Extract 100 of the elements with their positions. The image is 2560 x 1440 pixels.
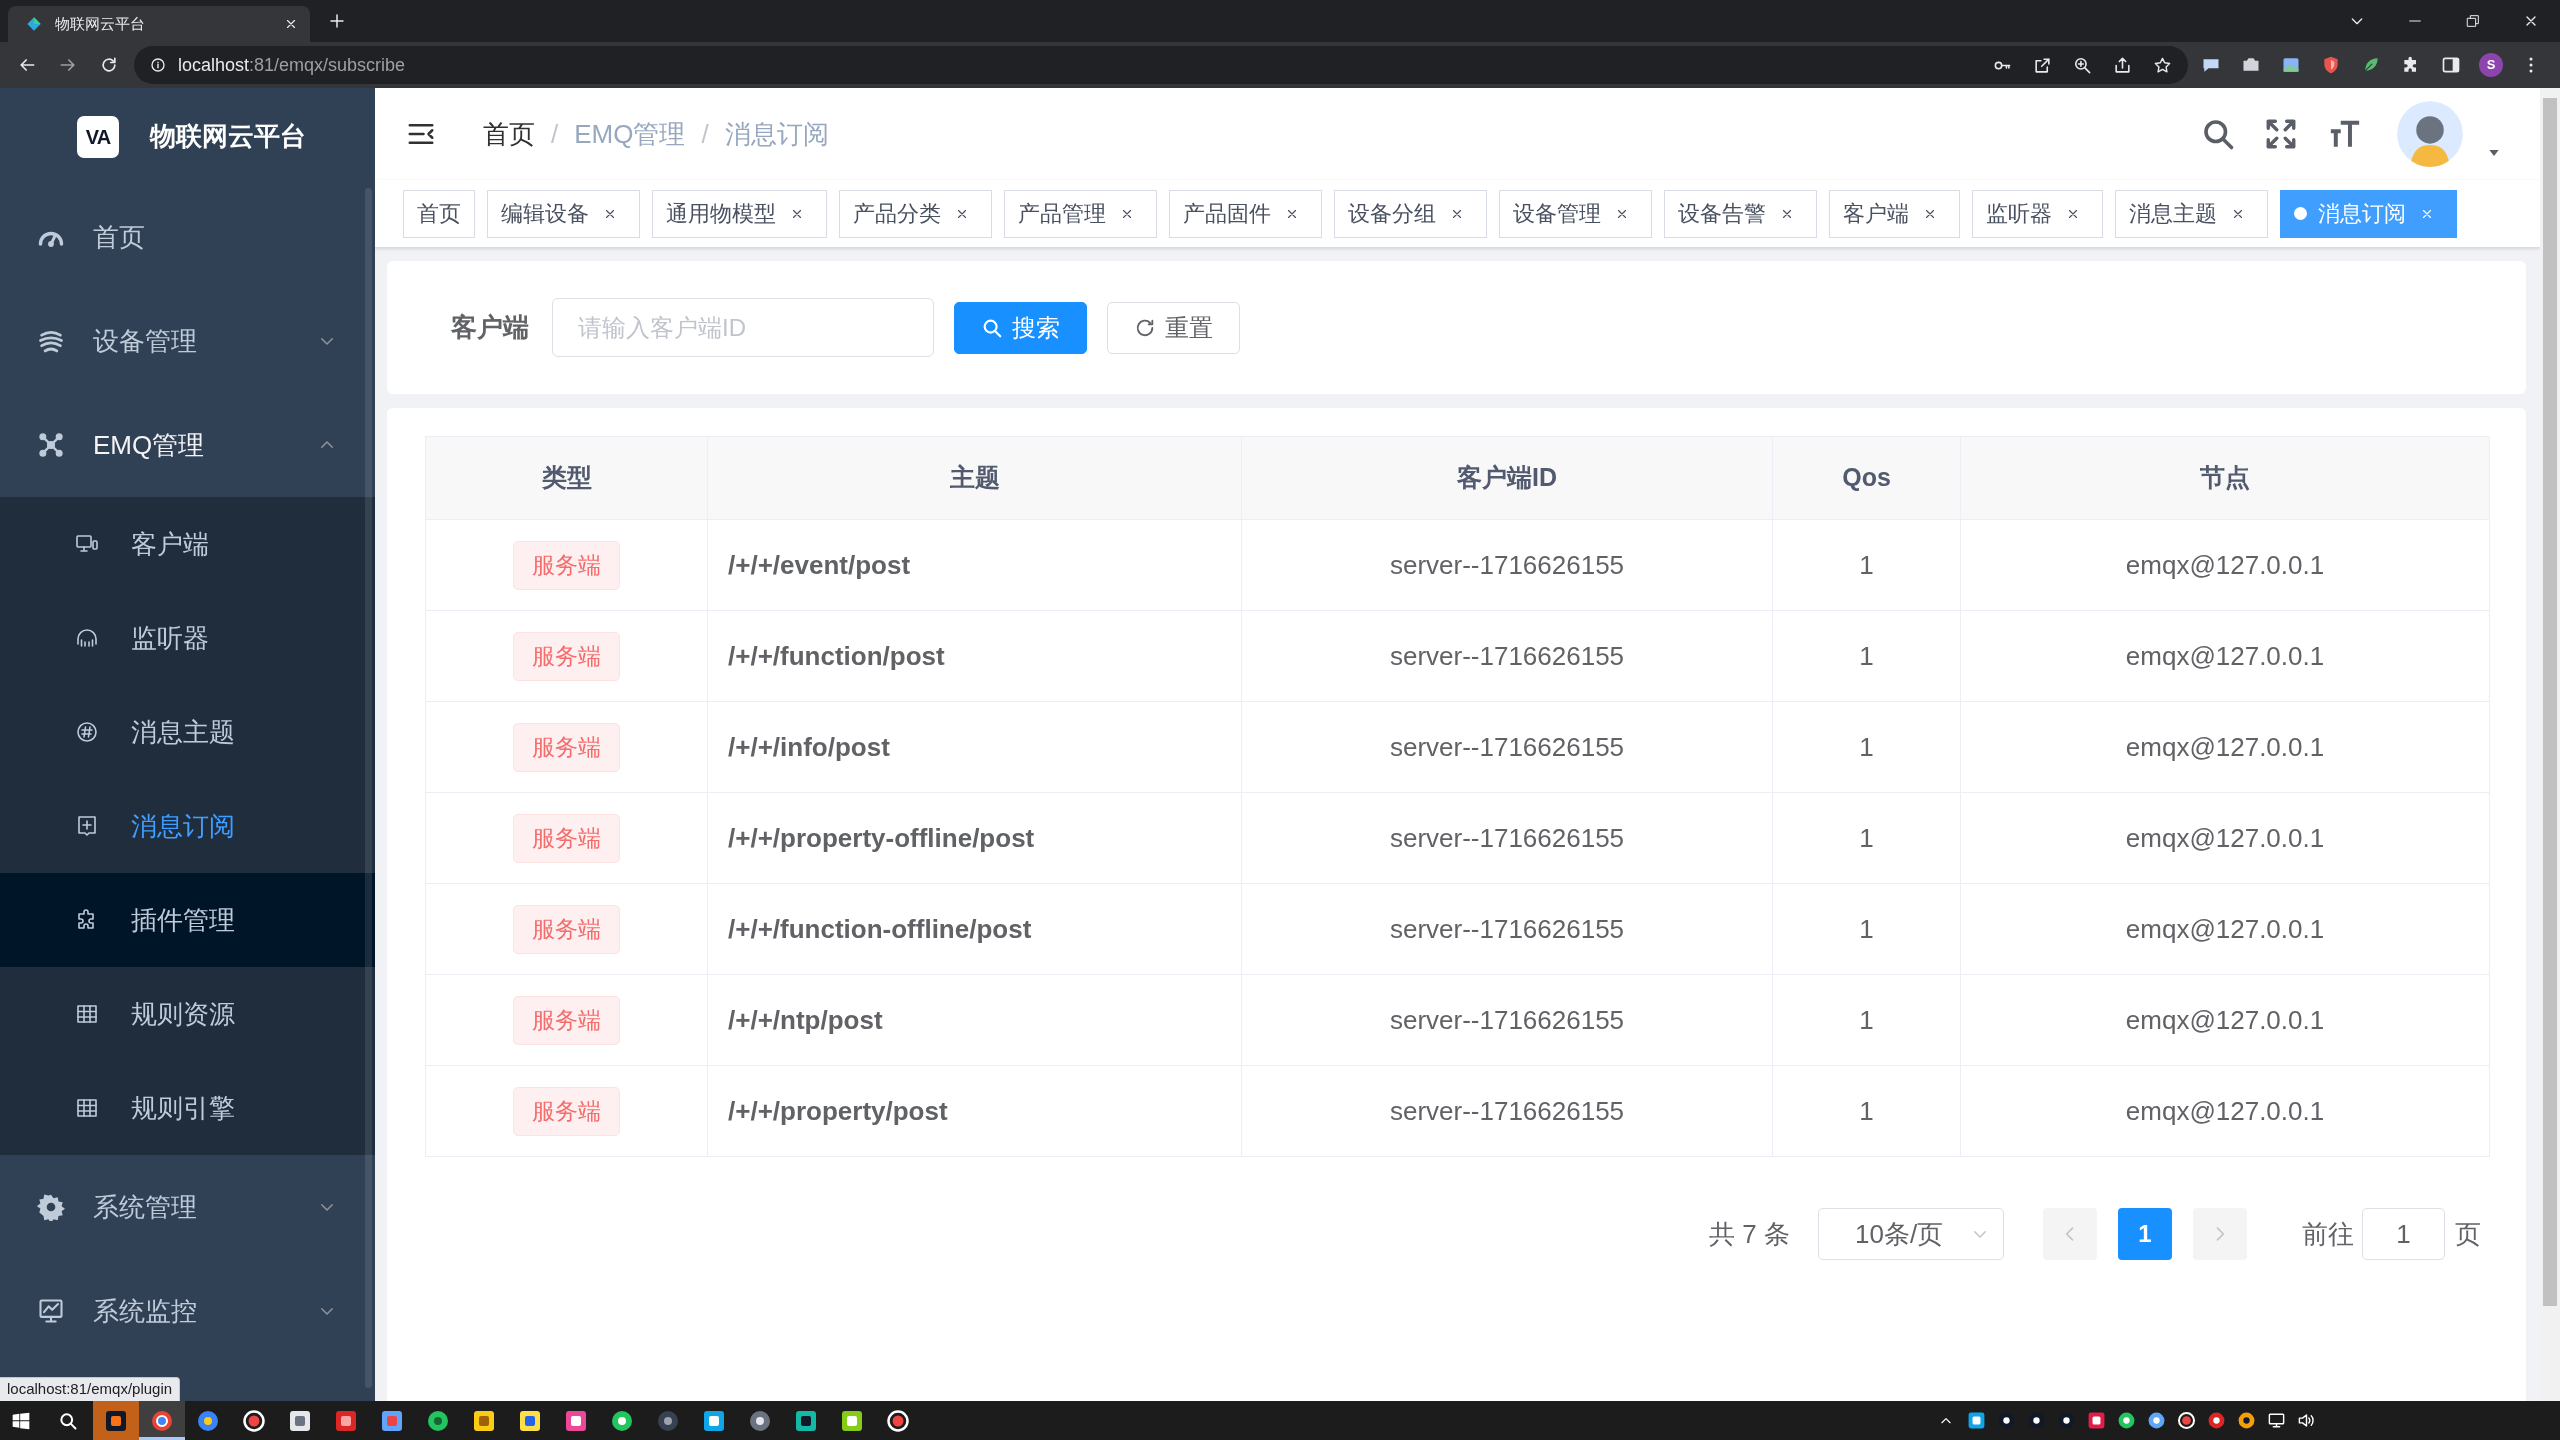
menu-item[interactable]: 设备管理 [0, 289, 375, 393]
table-cell: emqx@127.0.0.1 [1961, 793, 2490, 884]
app-icon [518, 1408, 542, 1433]
goto-label: 前往 [2302, 1217, 2354, 1251]
type-tag: 服务端 [513, 540, 620, 590]
search-icon[interactable] [57, 1410, 78, 1431]
table-cell: 1 [1773, 520, 1961, 611]
menu-item[interactable]: 首页 [0, 185, 375, 289]
tab[interactable]: 产品固件 [1169, 189, 1322, 238]
reset-button[interactable]: 重置 [1107, 301, 1240, 354]
info-icon[interactable] [150, 57, 166, 73]
app-icon [564, 1408, 588, 1433]
open-external-icon[interactable] [2033, 55, 2052, 75]
browser-tab[interactable]: 物联网云平台 [8, 6, 310, 42]
table-cell: /+/+/ntp/post [708, 975, 1242, 1066]
app-icon [840, 1408, 864, 1433]
table-cell: 1 [1773, 975, 1961, 1066]
table-icon [75, 1002, 99, 1026]
tab[interactable]: 产品管理 [1004, 189, 1157, 238]
tab[interactable]: 编辑设备 [487, 189, 640, 238]
share-icon[interactable] [2113, 55, 2132, 75]
search-field[interactable]: 请输入客户端ID [552, 298, 934, 357]
volume-icon[interactable] [2296, 1411, 2316, 1430]
app-icon [334, 1408, 358, 1433]
app-icon[interactable] [1996, 1411, 2016, 1430]
tab[interactable]: 产品分类 [839, 189, 992, 238]
side-panel-icon[interactable] [2441, 55, 2461, 75]
taskbar-button[interactable] [139, 1401, 185, 1440]
submenu-item[interactable]: 插件管理 [0, 873, 375, 967]
submenu-item[interactable]: 消息主题 [0, 685, 375, 779]
app-icon[interactable] [2146, 1411, 2166, 1430]
table-cell: server--1716626155 [1242, 884, 1773, 975]
app-icon [242, 1408, 266, 1433]
table-cell: server--1716626155 [1242, 520, 1773, 611]
submenu-item[interactable]: 客户端 [0, 497, 375, 591]
gear-icon [37, 1193, 65, 1221]
app-icon [150, 1408, 174, 1433]
restore-icon[interactable] [2465, 13, 2481, 29]
app-icon[interactable] [2206, 1411, 2226, 1430]
breadcrumb-link[interactable]: 首页 [483, 114, 535, 154]
tab[interactable]: 设备告警 [1664, 189, 1817, 238]
tab[interactable]: 设备分组 [1334, 189, 1487, 238]
submenu-item[interactable]: 监听器 [0, 591, 375, 685]
submenu-item[interactable]: 消息订阅 [0, 779, 375, 873]
app-icon[interactable] [2116, 1411, 2136, 1430]
app-icon[interactable] [1966, 1411, 1986, 1430]
tab[interactable]: 监听器 [1972, 189, 2103, 238]
tab[interactable]: 消息主题 [2115, 189, 2268, 238]
column-header: 客户端ID [1242, 437, 1773, 520]
status-url: localhost:81/emqx/plugin [0, 1377, 181, 1401]
type-tag: 服务端 [513, 722, 620, 772]
shield-icon[interactable] [2321, 55, 2341, 75]
avatar-icon[interactable] [2397, 101, 2463, 167]
menu-item[interactable]: 系统监控 [0, 1259, 375, 1363]
table-cell: server--1716626155 [1242, 1066, 1773, 1157]
close-icon[interactable] [284, 17, 298, 31]
table-cell: 1 [1773, 611, 1961, 702]
start-icon[interactable] [11, 1410, 31, 1431]
column-header: 主题 [708, 437, 1242, 520]
app-icon [196, 1408, 220, 1433]
menu-item[interactable]: EMQ管理 [0, 393, 375, 497]
star-icon[interactable] [2153, 55, 2172, 75]
table-cell: /+/+/property/post [708, 1066, 1242, 1157]
scrollbar-thumb[interactable] [365, 188, 372, 1388]
image-icon[interactable] [2281, 55, 2301, 75]
app-icon [794, 1408, 818, 1433]
table-cell: 1 [1773, 793, 1961, 884]
type-tag: 服务端 [513, 813, 620, 863]
submenu-item[interactable]: 规则引擎 [0, 1061, 375, 1155]
tab[interactable]: 通用物模型 [652, 189, 827, 238]
table-cell: emqx@127.0.0.1 [1961, 975, 2490, 1066]
scrollbar-thumb[interactable] [2543, 98, 2557, 1306]
network-nodes-icon [37, 431, 65, 459]
app-icon[interactable] [2236, 1411, 2256, 1430]
tab[interactable]: 设备管理 [1499, 189, 1652, 238]
app-icon[interactable] [2086, 1411, 2106, 1430]
network-icon[interactable] [2266, 1411, 2286, 1430]
new-tab-icon[interactable] [328, 12, 346, 30]
taskbar-button[interactable] [93, 1401, 139, 1440]
address-bar[interactable]: localhost:81/emqx/subscribe [134, 46, 2188, 84]
table-cell: server--1716626155 [1242, 611, 1773, 702]
table-cell: 1 [1773, 1066, 1961, 1157]
zoom-icon[interactable] [2073, 55, 2092, 75]
table-cell: /+/+/function/post [708, 611, 1242, 702]
page-size-select[interactable]: 10条/页 [1818, 1208, 2004, 1260]
fullscreen-icon[interactable] [2264, 117, 2298, 151]
menu-item[interactable]: 系统管理 [0, 1155, 375, 1259]
app-icon[interactable] [2176, 1411, 2196, 1430]
type-tag: 服务端 [513, 1086, 620, 1136]
profile-button[interactable]: S [2479, 53, 2503, 77]
tab[interactable]: 客户端 [1829, 189, 1960, 238]
tab[interactable]: 首页 [403, 189, 475, 238]
app-icon [472, 1408, 496, 1433]
app-icon[interactable] [2026, 1411, 2046, 1430]
field-label: 客户端 [451, 311, 529, 344]
app-icon [104, 1408, 128, 1433]
app-icon[interactable] [2056, 1411, 2076, 1430]
app-icon [610, 1408, 634, 1433]
submenu-item[interactable]: 规则资源 [0, 967, 375, 1061]
page-input[interactable]: 1 [2362, 1208, 2445, 1260]
